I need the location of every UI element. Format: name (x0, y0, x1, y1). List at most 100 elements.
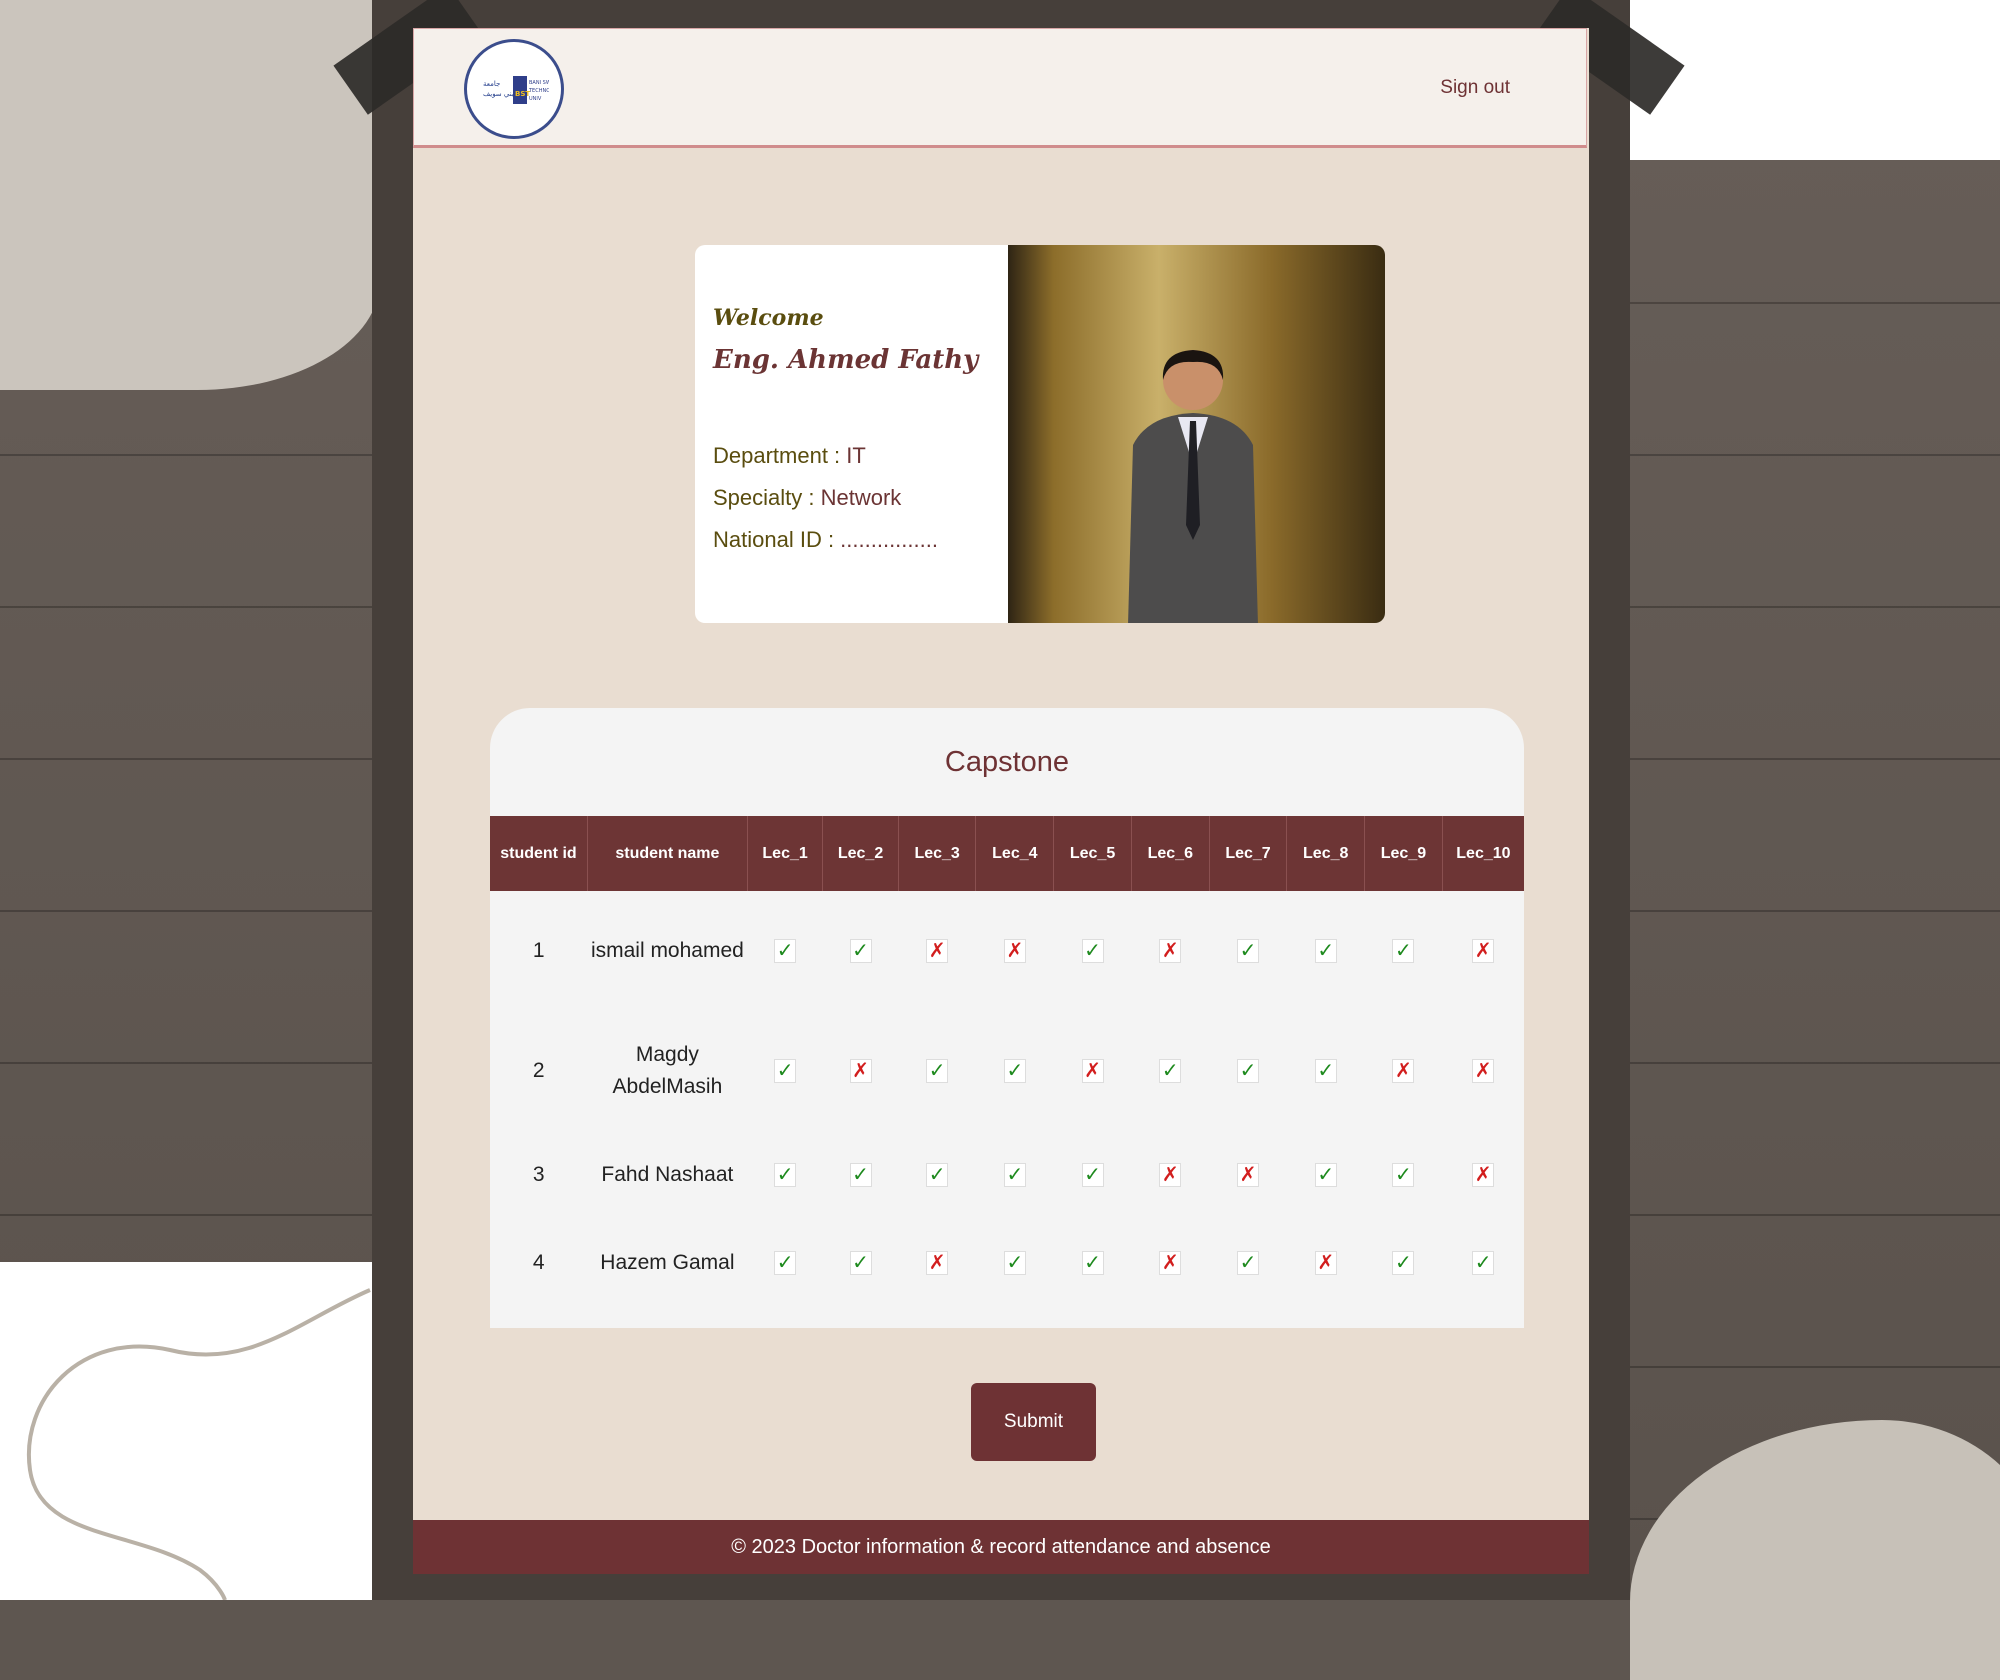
cross-icon[interactable]: ✗ (1237, 1163, 1259, 1187)
check-icon[interactable]: ✓ (1237, 1059, 1259, 1083)
table-header-row: student id student name Lec_1 Lec_2 Lec_3 Lec… (490, 816, 1524, 891)
decorative-white-top-right (1628, 0, 2000, 160)
column-header: Lec_2 (822, 816, 899, 891)
check-icon[interactable]: ✓ (926, 1059, 949, 1083)
attendance-cell: ✓ (1287, 891, 1365, 1011)
attendance-cell: ✓ (747, 1131, 822, 1219)
column-header: Lec_1 (746, 816, 823, 891)
cross-icon[interactable]: ✗ (1472, 1163, 1495, 1187)
page: جامعة بني سويف BST BANI SWEF TECHNO UNIV… (413, 28, 1589, 1574)
attendance-cell: ✓ (747, 1219, 822, 1307)
cross-icon[interactable]: ✗ (1472, 939, 1495, 963)
national-id-value: ................ (840, 527, 938, 552)
profile-card: Welcome Eng. Ahmed Fathy Department : IT… (695, 245, 1385, 623)
table-row: 1 ismail mohamed ✓ ✓ ✗ ✗ ✓ ✗ ✓ ✓ ✓ ✗ (490, 891, 1524, 1011)
attendance-cell: ✗ (898, 1219, 976, 1307)
check-icon[interactable]: ✓ (1314, 939, 1337, 963)
column-header: Lec_4 (975, 816, 1054, 891)
footer: © 2023 Doctor information & record atten… (413, 1520, 1589, 1574)
decorative-blob-top-left (0, 0, 380, 390)
check-icon[interactable]: ✓ (1314, 1059, 1337, 1083)
check-icon[interactable]: ✓ (1003, 1163, 1026, 1187)
profile-photo (1008, 245, 1385, 623)
student-id: 3 (532, 1163, 545, 1186)
check-icon[interactable]: ✓ (1159, 1059, 1182, 1083)
column-header: Lec_7 (1208, 816, 1287, 891)
check-icon[interactable]: ✓ (1237, 1251, 1259, 1275)
cross-icon[interactable]: ✗ (849, 1059, 872, 1083)
attendance-cell: ✓ (1365, 1219, 1443, 1307)
attendance-cell: ✓ (1442, 1219, 1524, 1307)
check-icon[interactable]: ✓ (1081, 1163, 1104, 1187)
check-icon[interactable]: ✓ (1314, 1163, 1337, 1187)
check-icon[interactable]: ✓ (849, 1251, 872, 1275)
check-icon[interactable]: ✓ (849, 939, 872, 963)
check-icon[interactable]: ✓ (1003, 1251, 1026, 1275)
attendance-cell: ✗ (1131, 1131, 1209, 1219)
attendance-cell: ✗ (1442, 891, 1524, 1011)
column-header: Lec_5 (1053, 816, 1132, 891)
check-icon[interactable]: ✓ (774, 939, 797, 963)
column-header: Lec_9 (1364, 816, 1443, 891)
svg-text:UNIV: UNIV (529, 96, 542, 102)
cross-icon[interactable]: ✗ (1159, 939, 1182, 963)
cross-icon[interactable]: ✗ (1392, 1059, 1415, 1083)
specialty-row: Specialty : Network (713, 485, 902, 510)
check-icon[interactable]: ✓ (774, 1163, 797, 1187)
sign-out-link[interactable]: Sign out (1440, 77, 1510, 99)
check-icon[interactable]: ✓ (1081, 939, 1104, 963)
check-icon[interactable]: ✓ (926, 1163, 949, 1187)
attendance-cell: ✓ (747, 891, 822, 1011)
check-icon[interactable]: ✓ (1237, 939, 1259, 963)
cross-icon[interactable]: ✗ (926, 939, 949, 963)
attendance-cell: ✓ (1131, 1011, 1209, 1131)
check-icon[interactable]: ✓ (774, 1251, 797, 1275)
check-icon[interactable]: ✓ (1472, 1251, 1495, 1275)
attendance-cell: ✓ (1287, 1011, 1365, 1131)
check-icon[interactable]: ✓ (774, 1059, 797, 1083)
check-icon[interactable]: ✓ (1392, 939, 1415, 963)
cross-icon[interactable]: ✗ (1081, 1059, 1104, 1083)
attendance-cell: ✗ (1442, 1131, 1524, 1219)
attendance-cell: ✓ (898, 1131, 976, 1219)
cross-icon[interactable]: ✗ (1003, 939, 1026, 963)
column-header: Lec_6 (1130, 816, 1210, 891)
column-header: Lec_10 (1441, 816, 1524, 891)
cross-icon[interactable]: ✗ (1472, 1059, 1495, 1083)
attendance-cell: ✓ (1054, 891, 1132, 1011)
attendance-cell: ✓ (976, 1219, 1054, 1307)
check-icon[interactable]: ✓ (1003, 1059, 1026, 1083)
submit-button[interactable]: Submit (971, 1383, 1096, 1461)
person-figure (1128, 350, 1258, 623)
cross-icon[interactable]: ✗ (1314, 1251, 1337, 1275)
student-name: ismail mohamed (590, 939, 744, 962)
department-row: Department : IT (713, 443, 866, 468)
table-row: 3 Fahd Nashaat ✓ ✓ ✓ ✓ ✓ ✗ ✗ ✓ ✓ ✗ (490, 1131, 1524, 1219)
decorative-curve (26, 1288, 371, 1600)
student-name: Fahd Nashaat (601, 1163, 734, 1186)
column-header: Lec_3 (897, 816, 976, 891)
attendance-cell: ✗ (898, 891, 976, 1011)
cross-icon[interactable]: ✗ (1159, 1251, 1182, 1275)
attendance-cell: ✓ (747, 1011, 822, 1131)
university-logo: جامعة بني سويف BST BANI SWEF TECHNO UNIV (464, 39, 564, 139)
attendance-cell: ✓ (1287, 1131, 1365, 1219)
cross-icon[interactable]: ✗ (1159, 1163, 1182, 1187)
attendance-cell: ✗ (1209, 1131, 1287, 1219)
svg-text:بني سويف: بني سويف (483, 90, 514, 98)
svg-text:جامعة: جامعة (483, 80, 500, 88)
check-icon[interactable]: ✓ (1392, 1251, 1415, 1275)
attendance-cell: ✓ (823, 891, 898, 1011)
student-name: Hazem Gamal (600, 1251, 735, 1274)
check-icon[interactable]: ✓ (849, 1163, 872, 1187)
attendance-card: Capstone student id student name Lec_1 Lec_… (490, 708, 1524, 1328)
attendance-cell: ✓ (1209, 1219, 1287, 1307)
check-icon[interactable]: ✓ (1081, 1251, 1104, 1275)
course-title: Capstone (944, 746, 1070, 778)
check-icon[interactable]: ✓ (1392, 1163, 1415, 1187)
attendance-cell: ✓ (1209, 1011, 1287, 1131)
svg-text:TECHNO: TECHNO (528, 88, 549, 94)
attendance-cell: ✓ (898, 1011, 976, 1131)
attendance-cell: ✗ (1442, 1011, 1524, 1131)
cross-icon[interactable]: ✗ (926, 1251, 949, 1275)
